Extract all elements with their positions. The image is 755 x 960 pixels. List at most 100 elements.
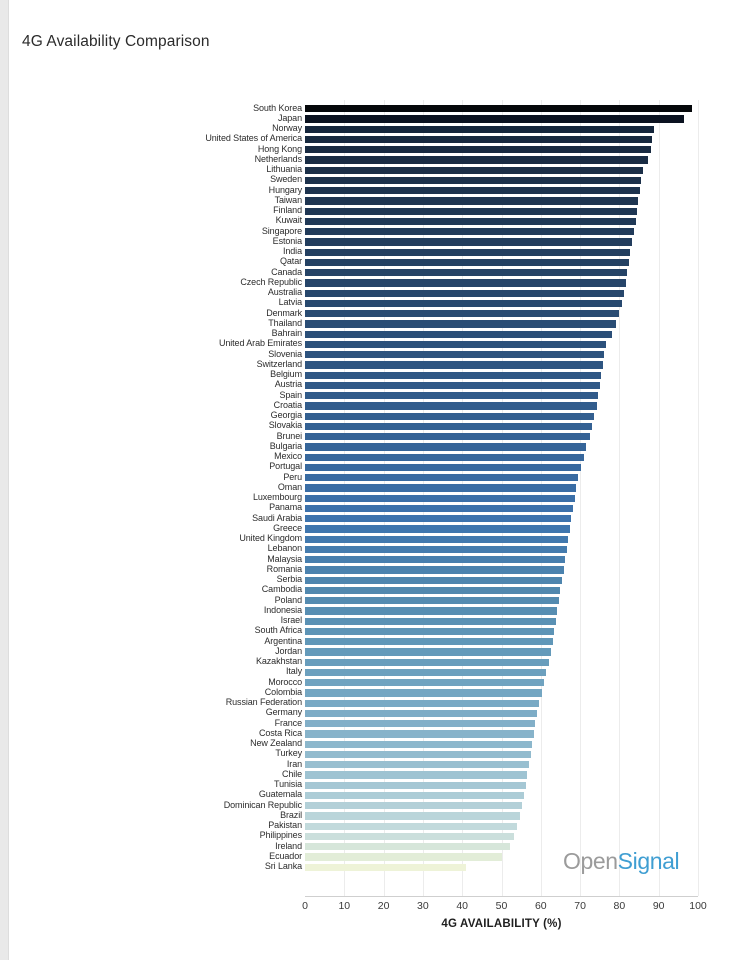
bar-row[interactable]: Czech Republic [240,277,698,288]
bar-row[interactable]: Kuwait [276,215,698,227]
bar-row[interactable]: Panama [269,502,698,514]
bar[interactable] [305,156,649,164]
bar[interactable] [305,750,531,759]
bar[interactable] [305,422,592,431]
bar[interactable] [305,627,555,636]
bar[interactable] [305,586,561,595]
bar[interactable] [305,402,597,410]
bar[interactable] [305,843,511,851]
bar[interactable] [305,822,518,830]
bar[interactable] [305,658,549,666]
bar[interactable] [305,340,607,349]
bar-row[interactable]: South Africa [255,625,698,637]
bar[interactable] [305,504,574,513]
bar[interactable] [305,228,634,236]
bar[interactable] [305,709,537,718]
bar[interactable] [305,607,558,615]
bar-row[interactable]: Costa Rica [259,728,698,739]
bar-row[interactable]: Hungary [269,185,698,196]
bar-row[interactable]: Taiwan [275,195,698,206]
bar[interactable] [305,781,526,789]
bar-row[interactable]: Finland [273,205,698,217]
bar[interactable] [305,494,575,502]
bar-row[interactable]: Pakistan [268,820,698,832]
bar[interactable] [305,597,559,605]
bar-row[interactable]: Bulgaria [270,441,698,452]
bar[interactable] [305,207,637,215]
bar[interactable] [305,648,552,656]
bar[interactable] [305,791,525,800]
bar[interactable] [305,535,569,543]
bar-row[interactable]: Argentina [264,636,698,647]
bar-row[interactable]: Russian Federation [226,697,698,709]
bar[interactable] [305,258,629,267]
bar-row[interactable]: Denmark [266,308,698,319]
bar[interactable] [305,310,620,318]
bar-row[interactable]: Japan [278,113,698,124]
bar-row[interactable]: Cambodia [262,584,698,596]
bar[interactable] [305,863,467,871]
bar[interactable] [305,135,653,144]
bar[interactable] [305,289,625,297]
bar-row[interactable]: Turkey [275,748,698,760]
bar-row[interactable]: Estonia [273,236,698,247]
bar-row[interactable]: Morocco [268,677,698,688]
bar[interactable] [305,812,520,820]
bar-row[interactable]: Italy [286,666,698,678]
bar-row[interactable]: Austria [275,379,698,391]
bar[interactable] [305,730,534,738]
bar[interactable] [305,217,636,226]
bar-row[interactable]: Dominican Republic [224,800,698,811]
bar-row[interactable]: United States of America [205,133,698,145]
bar[interactable] [305,832,515,841]
bar-row[interactable]: Jordan [275,646,698,657]
bar[interactable] [305,146,651,154]
bar-row[interactable]: Luxembourg [253,492,698,504]
bar-row[interactable]: France [275,718,698,729]
bar-row[interactable]: Greece [273,523,698,534]
bar-row[interactable]: Guatemala [259,789,698,801]
bar[interactable] [305,668,547,677]
bar-row[interactable]: Canada [271,267,698,278]
bar-row[interactable]: Serbia [277,574,698,586]
bar[interactable] [305,412,595,420]
bar[interactable] [305,699,540,707]
bar-row[interactable]: Switzerland [257,359,698,370]
bar[interactable] [305,566,564,574]
bar[interactable] [305,238,632,246]
bar[interactable] [305,545,567,554]
bar-row[interactable]: Slovenia [268,349,698,360]
bar[interactable] [305,853,502,861]
bar-row[interactable]: Mexico [274,451,698,463]
bar-row[interactable]: Chile [282,769,698,780]
bar[interactable] [305,443,587,451]
bar[interactable] [305,617,556,625]
bar-row[interactable]: Colombia [265,687,698,698]
bar-row[interactable]: Germany [266,707,698,719]
bar-row[interactable]: Netherlands [255,154,698,165]
bar[interactable] [305,105,693,113]
bar-row[interactable]: Israel [281,615,698,627]
bar[interactable] [305,474,578,482]
bar-row[interactable]: Portugal [269,461,698,473]
bar-row[interactable]: United Kingdom [239,533,698,545]
bar[interactable] [305,463,581,472]
bar-row[interactable]: Georgia [271,410,698,422]
bar[interactable] [305,115,684,123]
bar[interactable] [305,761,529,769]
bar-row[interactable]: Brunei [277,431,698,442]
bar-row[interactable]: Australia [268,287,698,299]
bar-row[interactable]: Lebanon [268,543,698,555]
bar[interactable] [305,556,566,564]
bar-row[interactable]: Kazakhstan [256,656,698,668]
bar-row[interactable]: India [283,246,698,258]
bar[interactable] [305,269,628,277]
bar-row[interactable]: Saudi Arabia [252,513,698,524]
bar[interactable] [305,125,655,133]
bar[interactable] [305,679,544,687]
bar-row[interactable]: Romania [267,564,698,575]
bar-row[interactable]: Belgium [270,369,698,381]
bar[interactable] [305,381,600,390]
bar-row[interactable]: South Korea [253,103,698,114]
bar[interactable] [305,166,643,174]
